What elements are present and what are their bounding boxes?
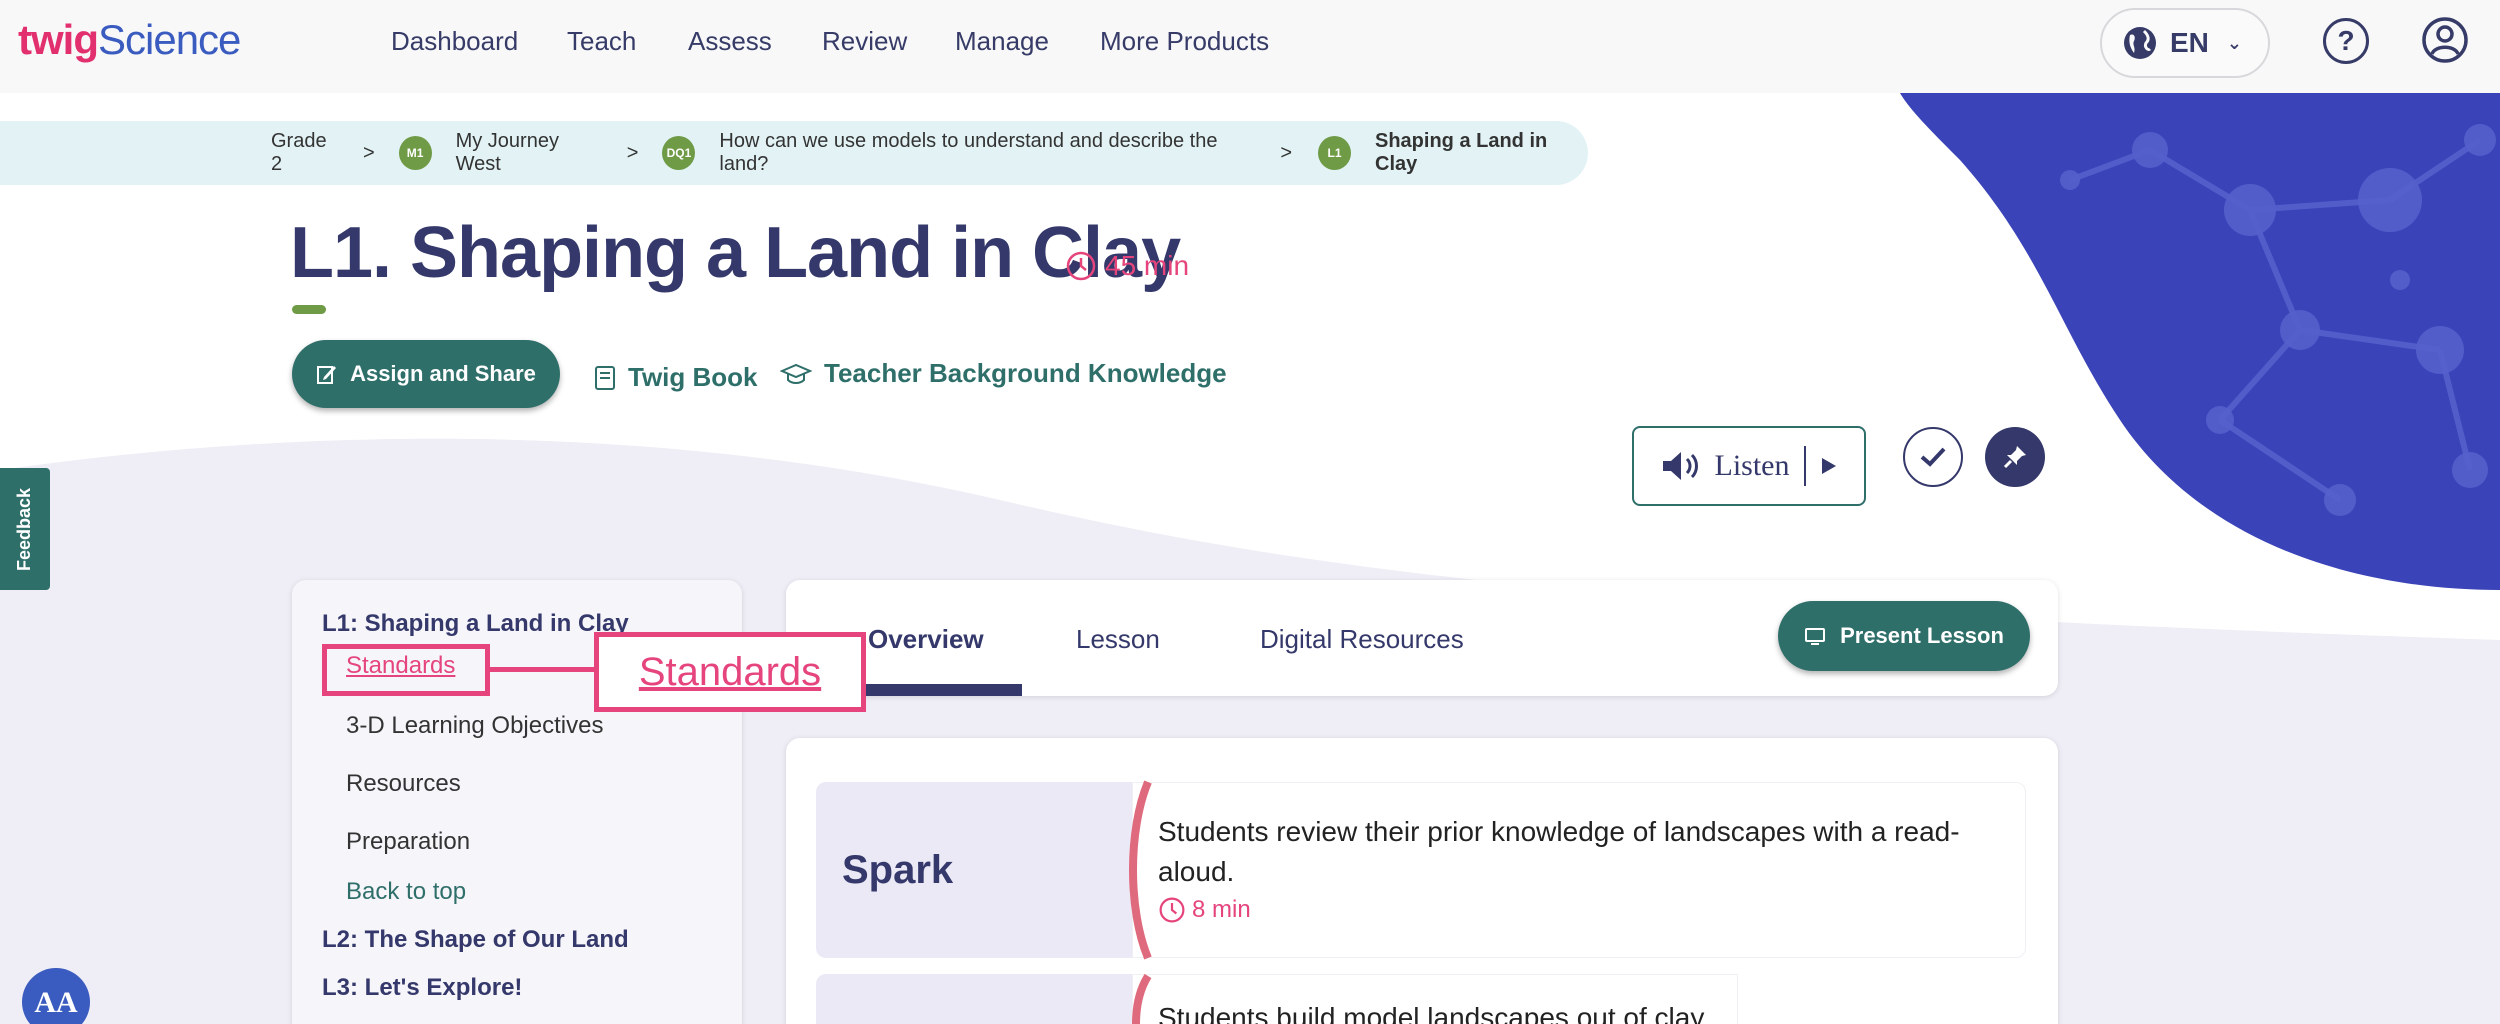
listen-button[interactable]: Listen [1632, 426, 1866, 506]
nav-more-products[interactable]: More Products [1100, 26, 1269, 57]
listen-divider [1803, 446, 1806, 486]
tab-digital-resources[interactable]: Digital Resources [1260, 624, 1464, 655]
language-selector[interactable]: EN ⌄ [2100, 8, 2270, 78]
speaker-icon [1662, 452, 1698, 480]
teacher-background-knowledge-link[interactable]: Teacher Background Knowledge [780, 358, 1227, 389]
assign-and-share-button[interactable]: Assign and Share [292, 340, 560, 408]
breadcrumb-grade[interactable]: Grade 2 [271, 130, 341, 176]
screen-icon [1805, 628, 1826, 645]
phase-description: Students review their prior knowledge of… [1158, 816, 1960, 887]
twig-science-logo[interactable]: twigScience [18, 16, 241, 64]
present-lesson-button[interactable]: Present Lesson [1778, 601, 2030, 671]
breadcrumb-lesson: Shaping a Land in Clay [1375, 130, 1548, 175]
tab-overview[interactable]: Overview [868, 624, 984, 655]
nav-review[interactable]: Review [822, 26, 907, 57]
toc-resources[interactable]: Resources [346, 770, 461, 798]
globe-icon [2124, 27, 2156, 59]
breadcrumb: Grade 2 > M1 My Journey West > DQ1 How c… [0, 121, 1588, 185]
highlight-zoom-callout: Standards [594, 632, 866, 712]
page-title: L1. Shaping a Land in Clay [290, 213, 1181, 293]
phase-accent-curves [1129, 780, 1152, 1024]
toc-lesson-3[interactable]: L3: Let's Explore! [322, 974, 522, 1002]
breadcrumb-separator: > [626, 141, 639, 164]
lesson-badge: L1 [1318, 136, 1351, 170]
top-nav-bar: twigScience Dashboard Teach Assess Revie… [0, 0, 2500, 93]
phase-card-left [816, 974, 1132, 1024]
molecule-blob [1900, 93, 2500, 590]
breadcrumb-question[interactable]: How can we use models to understand and … [719, 130, 1254, 176]
title-underline [292, 305, 326, 314]
breadcrumb-module[interactable]: My Journey West [456, 130, 605, 176]
user-account-icon[interactable] [2421, 16, 2469, 69]
breadcrumb-separator: > [362, 141, 375, 164]
lesson-duration: 45 min [1065, 250, 1189, 282]
phase-duration: 8 min [1158, 896, 1251, 924]
toc-back-to-top[interactable]: Back to top [346, 878, 466, 906]
language-code: EN [2170, 27, 2209, 58]
tab-lesson[interactable]: Lesson [1076, 624, 1160, 655]
phase-description: Students build model landscapes out of c… [1158, 1002, 1711, 1024]
nav-manage[interactable]: Manage [955, 26, 1049, 57]
driving-question-badge: DQ1 [662, 136, 696, 170]
highlight-box-standards [322, 644, 490, 696]
module-badge: M1 [398, 136, 432, 170]
edit-icon [317, 366, 337, 384]
toc-learning-objectives[interactable]: 3-D Learning Objectives [346, 712, 603, 740]
book-icon [595, 365, 615, 390]
play-icon [1821, 458, 1836, 474]
phase-name: Spark [842, 848, 954, 892]
nav-dashboard[interactable]: Dashboard [391, 26, 518, 57]
graduation-cap-icon [780, 363, 812, 384]
toc-current-lesson[interactable]: L1: Shaping a Land in Clay [322, 610, 629, 638]
checkmark-icon [1920, 447, 1946, 467]
nav-teach[interactable]: Teach [567, 26, 636, 57]
mark-complete-button[interactable] [1903, 427, 1963, 487]
pin-button[interactable] [1985, 427, 2045, 487]
twig-book-link[interactable]: Twig Book [594, 362, 758, 393]
breadcrumb-separator: > [1280, 141, 1293, 164]
nav-assess[interactable]: Assess [688, 26, 772, 57]
clock-icon [1159, 897, 1185, 923]
help-icon[interactable]: ? [2323, 18, 2369, 64]
clock-icon [1066, 251, 1096, 281]
chevron-down-icon: ⌄ [2226, 32, 2242, 53]
highlight-connector [490, 667, 596, 672]
toc-preparation[interactable]: Preparation [346, 828, 470, 856]
feedback-tab[interactable]: Feedback [0, 468, 50, 590]
pin-icon [2003, 446, 2026, 469]
toc-lesson-2[interactable]: L2: The Shape of Our Land [322, 926, 629, 954]
